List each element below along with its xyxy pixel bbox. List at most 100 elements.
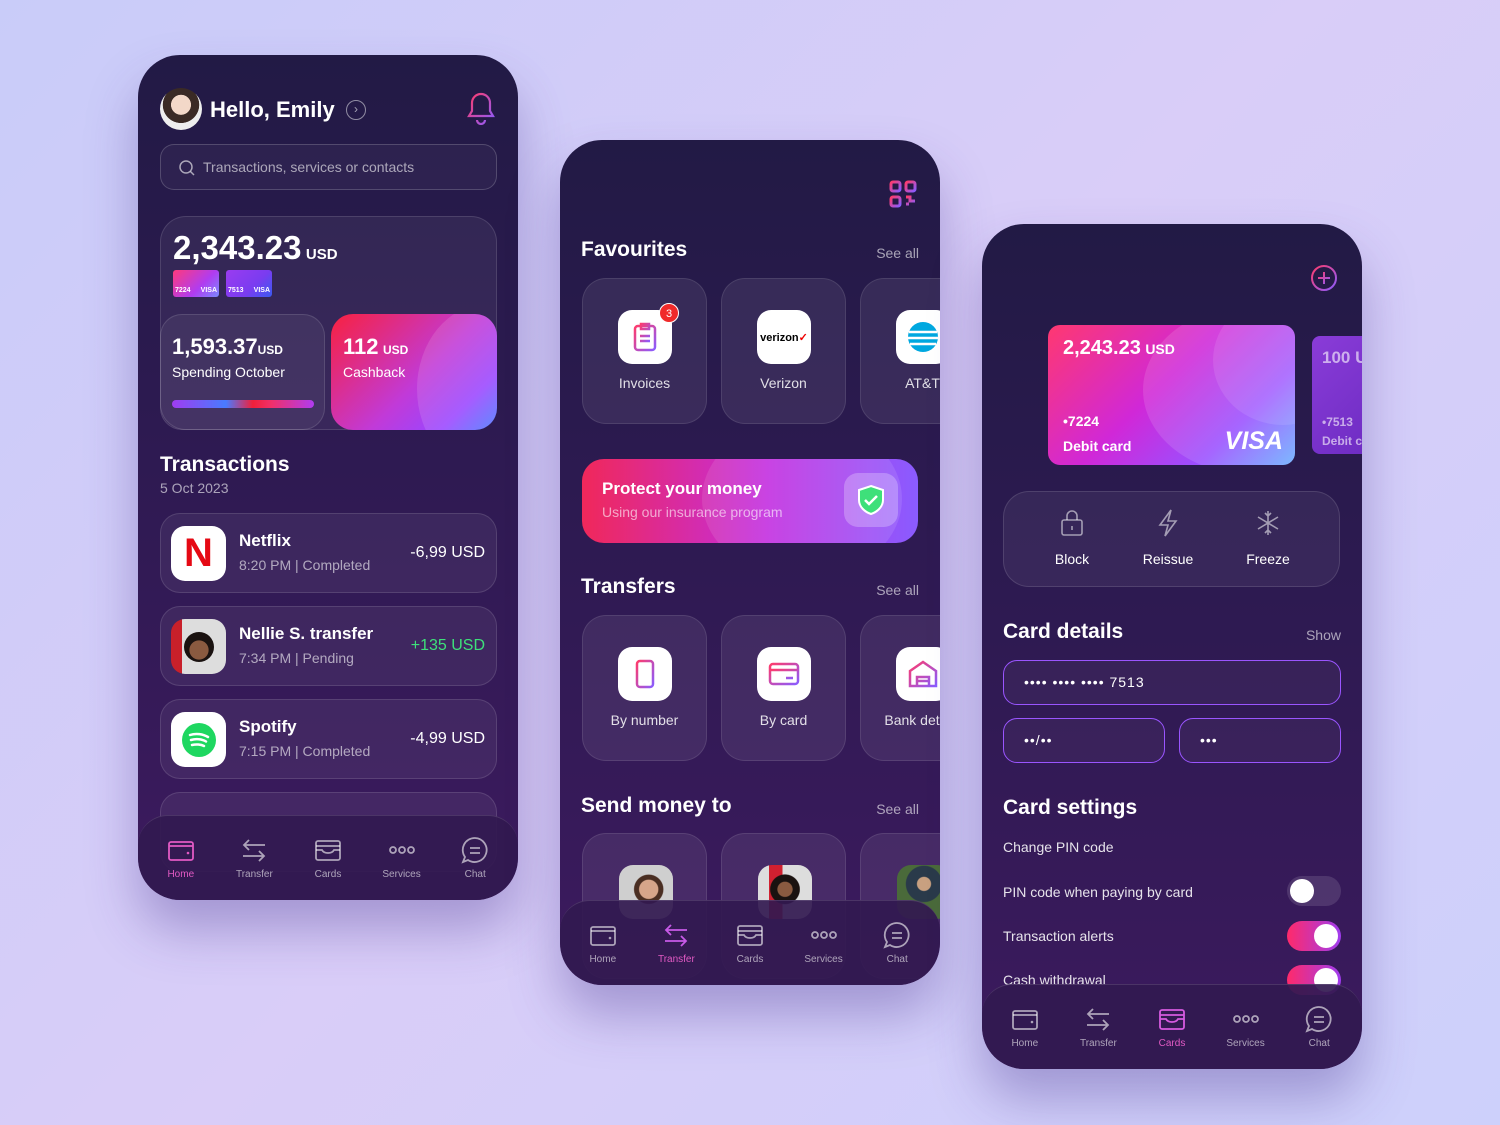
nav-label: Cards — [736, 954, 764, 965]
transaction-row[interactable]: Spotify 7:15 PM | Completed -4,99 USD — [160, 699, 497, 779]
reissue-button[interactable]: Reissue — [1128, 508, 1208, 567]
mini-card[interactable]: 7513 VISA — [226, 270, 272, 297]
nav-label: Home — [589, 954, 617, 965]
avatar[interactable] — [160, 88, 202, 130]
banner-subtitle: Using our insurance program — [602, 504, 783, 520]
wallet-icon — [166, 836, 196, 864]
search-input[interactable]: Transactions, services or contacts — [160, 144, 497, 190]
card-currency: USD — [1145, 341, 1175, 357]
nav-home[interactable]: Home — [568, 921, 638, 985]
nav-cards[interactable]: Cards — [715, 921, 785, 985]
nav-chat[interactable]: Chat — [440, 836, 510, 900]
search-placeholder: Transactions, services or contacts — [203, 159, 415, 175]
debit-card-main[interactable]: 2,243.23 USD •7224 Debit card VISA — [1048, 325, 1295, 465]
shield-check-icon — [858, 484, 884, 516]
nav-home[interactable]: Home — [990, 1005, 1060, 1069]
debit-card-secondary[interactable]: 100 USD •7513 Debit card — [1312, 336, 1362, 454]
notification-badge: 3 — [659, 303, 679, 323]
card-type: Debit card — [1322, 434, 1362, 448]
expiry-field[interactable]: ••/•• — [1003, 718, 1165, 763]
cards-screen: 2,243.23 USD •7224 Debit card VISA 100 U… — [982, 224, 1362, 1069]
card-actions: Block Reissue Freeze — [1003, 491, 1340, 587]
favourites-see-all[interactable]: See all — [876, 245, 919, 261]
card-type: Debit card — [1063, 438, 1132, 454]
nav-label: Chat — [464, 869, 486, 880]
bottom-nav: Home Transfer Cards Services Chat — [138, 815, 518, 900]
transaction-row[interactable]: Nellie S. transfer 7:34 PM | Pending +13… — [160, 606, 497, 686]
nav-services[interactable]: Services — [789, 921, 859, 985]
bell-icon[interactable] — [466, 91, 496, 125]
balance-currency: USD — [305, 246, 338, 263]
nav-services[interactable]: Services — [1211, 1005, 1281, 1069]
mini-card-brand: VISA — [253, 287, 270, 294]
greeting: Hello, Emily — [210, 97, 335, 122]
pin-payment-toggle[interactable] — [1287, 876, 1341, 906]
setting-change-pin[interactable]: Change PIN code — [1003, 839, 1341, 855]
nav-cards[interactable]: Cards — [293, 836, 363, 900]
transaction-alerts-toggle[interactable] — [1287, 921, 1341, 951]
tile-label: Bank details — [884, 712, 940, 728]
transactions-title: Transactions — [160, 453, 290, 476]
nav-label: Cards — [1158, 1038, 1186, 1049]
card-last4: •7224 — [1063, 413, 1100, 429]
action-label: Block — [1054, 551, 1090, 567]
balance-amount: 2,343.23 — [173, 229, 302, 266]
nav-label: Transfer — [1079, 1038, 1117, 1049]
nav-label: Home — [1011, 1038, 1039, 1049]
card-number-field[interactable]: •••• •••• •••• 7513 — [1003, 660, 1341, 705]
card-last4: •7513 — [1322, 415, 1353, 429]
nav-label: Chat — [886, 954, 908, 965]
action-label: Reissue — [1142, 551, 1194, 567]
card-settings-title: Card settings — [1003, 796, 1138, 819]
netflix-logo: N — [171, 526, 226, 581]
transfers-title: Transfers — [581, 575, 676, 598]
tile-label: By card — [759, 712, 808, 728]
cashback-card[interactable]: 112 USD Cashback — [331, 314, 497, 430]
bottom-nav: Home Transfer Cards Services Chat — [560, 900, 940, 985]
favourite-att[interactable]: AT&T — [860, 278, 940, 424]
nav-label: Transfer — [235, 869, 273, 880]
cashback-amount: 112 — [343, 334, 379, 359]
transaction-detail: 7:34 PM | Pending — [239, 650, 354, 666]
nav-chat[interactable]: Chat — [862, 921, 932, 985]
transfer-by-number[interactable]: By number — [582, 615, 707, 761]
nav-transfer[interactable]: Transfer — [219, 836, 289, 900]
nav-services[interactable]: Services — [367, 836, 437, 900]
mini-card[interactable]: 7224 VISA — [173, 270, 219, 297]
nav-transfer[interactable]: Transfer — [1063, 1005, 1133, 1069]
card-icon — [313, 836, 343, 864]
nav-chat[interactable]: Chat — [1284, 1005, 1354, 1069]
transfer-bank-details[interactable]: Bank details — [860, 615, 940, 761]
spending-card[interactable]: 1,593.37USD Spending October — [160, 314, 325, 430]
block-button[interactable]: Block — [1032, 508, 1112, 567]
card-details-title: Card details — [1003, 620, 1124, 643]
bottom-nav: Home Transfer Cards Services Chat — [982, 984, 1362, 1069]
transaction-amount: -6,99 USD — [410, 544, 485, 561]
add-card-icon[interactable] — [1310, 264, 1338, 292]
favourites-title: Favourites — [581, 238, 688, 261]
dots-icon — [809, 921, 839, 949]
card-icon — [1157, 1005, 1187, 1033]
cvv-field[interactable]: ••• — [1179, 718, 1341, 763]
transaction-row[interactable]: N Netflix 8:20 PM | Completed -6,99 USD — [160, 513, 497, 593]
tile-label: AT&T — [905, 375, 940, 391]
qr-code-icon[interactable] — [889, 180, 917, 208]
transaction-detail: 8:20 PM | Completed — [239, 557, 371, 573]
nav-transfer[interactable]: Transfer — [641, 921, 711, 985]
transfer-by-card[interactable]: By card — [721, 615, 846, 761]
snowflake-icon — [1257, 511, 1279, 535]
transfers-see-all[interactable]: See all — [876, 582, 919, 598]
show-details-button[interactable]: Show — [1306, 627, 1341, 643]
send-money-see-all[interactable]: See all — [876, 801, 919, 817]
freeze-button[interactable]: Freeze — [1228, 508, 1308, 567]
spending-bar — [172, 400, 314, 408]
mini-card-brand: VISA — [200, 287, 217, 294]
dots-icon — [387, 836, 417, 864]
favourite-verizon[interactable]: verizon✓ Verizon — [721, 278, 846, 424]
chevron-right-icon[interactable]: › — [346, 100, 366, 120]
favourite-invoices[interactable]: 3 Invoices — [582, 278, 707, 424]
nav-home[interactable]: Home — [146, 836, 216, 900]
nav-cards[interactable]: Cards — [1137, 1005, 1207, 1069]
arrows-icon — [239, 836, 269, 864]
insurance-banner[interactable]: Protect your money Using our insurance p… — [582, 459, 918, 543]
